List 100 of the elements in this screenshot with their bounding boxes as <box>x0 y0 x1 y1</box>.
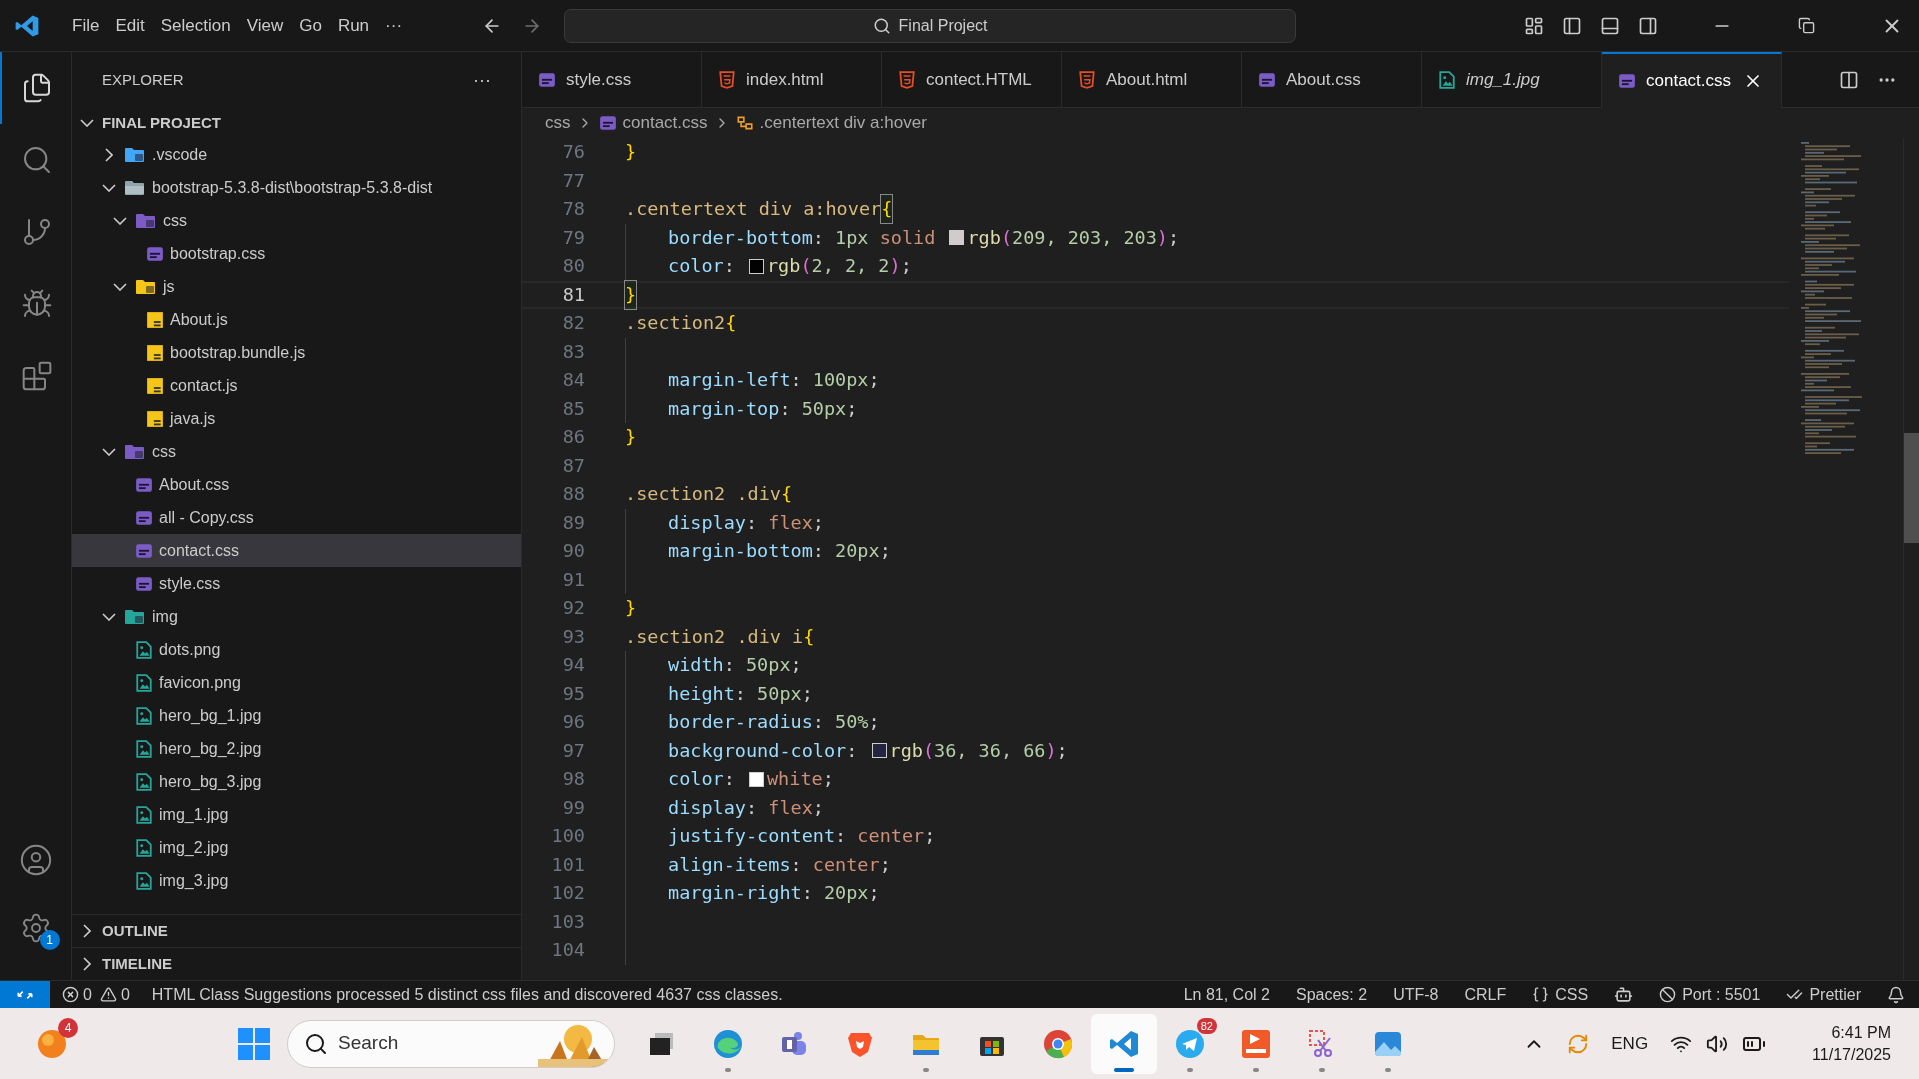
explorer-item[interactable]: dots.png <box>72 633 521 666</box>
explorer-item[interactable]: contact.js <box>72 369 521 402</box>
line-ending[interactable]: CRLF <box>1464 982 1507 1007</box>
menu-item[interactable]: View <box>238 8 292 43</box>
menu-item[interactable]: Run <box>329 8 378 43</box>
image-file-icon <box>135 838 153 857</box>
color-swatch[interactable] <box>749 258 764 274</box>
command-center[interactable]: Final Project <box>564 8 1297 43</box>
problems-indicator[interactable]: 0 0 <box>62 982 130 1007</box>
color-swatch[interactable] <box>949 230 965 246</box>
code-token: justify-content <box>668 824 836 849</box>
panel-right-icon[interactable] <box>1638 15 1658 36</box>
scrollbar-thumb[interactable] <box>1904 433 1919 543</box>
line-number: 94 <box>561 653 585 678</box>
code-token: flex <box>768 795 813 820</box>
editor-tab[interactable]: index.html <box>702 52 882 108</box>
explorer-item[interactable]: css <box>72 204 521 237</box>
explorer-item[interactable]: bootstrap.bundle.js <box>72 336 521 369</box>
clock[interactable]: 6:41 PM 11/17/2025 <box>1812 1021 1891 1066</box>
taskbar-search[interactable]: Search <box>287 1019 615 1068</box>
explorer-item[interactable]: img <box>72 600 521 633</box>
notifications-icon[interactable] <box>1887 985 1905 1004</box>
language-mode[interactable]: CSS <box>1532 982 1589 1007</box>
restore-icon[interactable] <box>1798 17 1815 34</box>
live-server-port[interactable]: Port : 5501 <box>1659 982 1761 1007</box>
code-token: ( <box>800 254 812 279</box>
code-token: 50px <box>801 396 847 421</box>
explorer-item[interactable]: hero_bg_3.jpg <box>72 765 521 798</box>
explorer-item[interactable]: img_2.jpg <box>72 831 521 864</box>
panel-header[interactable]: OUTLINE <box>72 914 521 947</box>
explorer-item[interactable]: style.css <box>72 567 521 600</box>
explorer-item[interactable]: favicon.png <box>72 666 521 699</box>
menu-item[interactable]: Edit <box>107 8 153 43</box>
breadcrumb-item[interactable]: css <box>545 110 571 136</box>
line-number: 82 <box>561 311 585 336</box>
more-actions-button[interactable]: ··· <box>473 66 491 94</box>
explorer-item[interactable]: About.css <box>72 468 521 501</box>
round-browser-icon[interactable] <box>1042 1027 1074 1060</box>
explorer-item[interactable]: bootstrap-5.3.8-dist\bootstrap-5.3.8-dist <box>72 171 521 204</box>
split-editor-icon[interactable] <box>1839 69 1859 90</box>
remote-button[interactable] <box>0 981 50 1008</box>
menu-item[interactable]: File <box>64 8 108 43</box>
explorer-item[interactable]: .vscode <box>72 138 521 171</box>
formatter-status[interactable]: Prettier <box>1786 982 1861 1007</box>
code-token: rgb <box>889 738 923 763</box>
project-header[interactable]: FINAL PROJECT <box>72 108 521 138</box>
panel-left-icon[interactable] <box>1562 15 1582 36</box>
line-number: 103 <box>550 909 585 934</box>
account-icon[interactable] <box>18 843 53 877</box>
image-file-icon <box>135 640 153 659</box>
editor-tab[interactable]: About.css <box>1242 52 1422 108</box>
start-icon[interactable] <box>237 1026 271 1061</box>
js-file-icon <box>146 409 164 428</box>
code-token: ) <box>1156 225 1168 250</box>
explorer-item[interactable]: bootstrap.css <box>72 237 521 270</box>
chevron-down-icon <box>80 119 94 127</box>
color-swatch[interactable] <box>749 771 764 787</box>
explorer-item[interactable]: hero_bg_1.jpg <box>72 699 521 732</box>
line-number: 90 <box>561 539 585 564</box>
explorer-item[interactable]: hero_bg_2.jpg <box>72 732 521 765</box>
extensions-icon <box>20 360 53 392</box>
line-number: 84 <box>561 368 585 393</box>
code-bracket: } <box>625 280 637 309</box>
code-token: color <box>668 767 724 792</box>
search-icon <box>304 1031 328 1056</box>
menu-item[interactable]: Selection <box>152 8 239 43</box>
wave-browser-icon[interactable] <box>712 1027 744 1060</box>
explorer-item[interactable]: java.js <box>72 402 521 435</box>
reader-app-icon[interactable] <box>1240 1027 1272 1060</box>
editor-tab[interactable]: contect.HTML <box>882 52 1062 108</box>
code-token: : <box>812 225 825 250</box>
explorer-item[interactable]: img_3.jpg <box>72 864 521 897</box>
menu-item[interactable]: ··· <box>377 8 411 43</box>
explorer-item[interactable]: all - Copy.css <box>72 501 521 534</box>
encoding[interactable]: UTF-8 <box>1393 982 1439 1007</box>
cursor-position[interactable]: Ln 81, Col 2 <box>1183 982 1270 1007</box>
braces-icon <box>1532 986 1550 1003</box>
taskbar-app[interactable]: 82 <box>1157 1013 1223 1074</box>
editor-tab[interactable]: About.html <box>1062 52 1242 108</box>
panel-bottom-icon[interactable] <box>1600 15 1620 36</box>
breadcrumb-item[interactable]: contact.css <box>598 110 708 136</box>
input-language[interactable]: ENG <box>1611 1030 1649 1057</box>
menu-item[interactable]: Go <box>291 8 330 43</box>
editor-tab[interactable]: style.css <box>522 52 702 108</box>
breadcrumb-item[interactable]: .centertext div a:hover <box>735 110 927 136</box>
bot-icon[interactable] <box>1614 985 1634 1004</box>
folder-icon <box>124 442 146 461</box>
explorer-item[interactable]: js <box>72 270 521 303</box>
color-swatch[interactable] <box>871 743 887 759</box>
line-number: 85 <box>561 396 585 421</box>
explorer-item[interactable]: About.js <box>72 303 521 336</box>
code-token: white <box>767 767 823 792</box>
search-field[interactable]: Search <box>338 1029 498 1058</box>
explorer-item[interactable]: contact.css <box>72 534 521 567</box>
code-token: ; <box>812 795 824 820</box>
explorer-item[interactable]: css <box>72 435 521 468</box>
explorer-item[interactable]: img_1.jpg <box>72 798 521 831</box>
editor-tab[interactable]: contact.css <box>1602 52 1782 108</box>
layout-icon[interactable] <box>1524 15 1544 36</box>
indentation[interactable]: Spaces: 2 <box>1295 982 1368 1007</box>
